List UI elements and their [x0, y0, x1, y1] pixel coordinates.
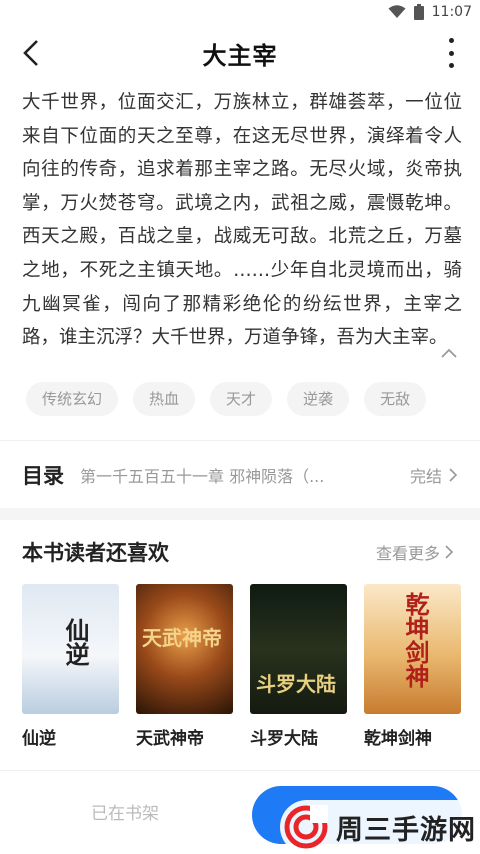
tag-item[interactable]: 传统玄幻	[26, 382, 119, 416]
recommend-book-list: 仙逆 仙逆 天武神帝 天武神帝 斗罗大陆 斗罗大陆 乾坤剑神 乾坤剑神	[22, 584, 461, 749]
book-title: 斗罗大陆	[250, 729, 318, 749]
book-card[interactable]: 乾坤剑神 乾坤剑神	[364, 584, 461, 749]
cover-title: 天武神帝	[142, 626, 222, 650]
completion-status: 完结	[409, 466, 442, 486]
book-cover: 仙逆	[22, 584, 119, 714]
add-to-shelf-button[interactable]: 已在书架	[30, 788, 220, 834]
book-description: 大千世界，位面交汇，万族林立，群雄荟萃，一位位来自下位面的天之至尊，在这无尽世界…	[22, 92, 462, 349]
more-dots-icon	[448, 38, 454, 43]
chevron-right-icon	[444, 544, 454, 560]
latest-chapter: 第一千五百五十一章 邪神陨落（...	[80, 466, 325, 486]
book-title: 仙逆	[22, 729, 56, 749]
book-title: 乾坤剑神	[364, 729, 432, 749]
section-divider	[0, 508, 480, 520]
bottom-divider	[0, 770, 480, 771]
top-header: 大主宰	[0, 24, 480, 82]
tag-item[interactable]: 天才	[210, 382, 273, 416]
more-dot	[448, 63, 454, 68]
book-cover: 斗罗大陆	[250, 584, 347, 714]
see-more-label: 查看更多	[375, 544, 440, 563]
tag-list: 传统玄幻 热血 天才 逆袭 无敌	[26, 382, 427, 416]
status-time: 11:07	[431, 4, 472, 20]
book-card[interactable]: 斗罗大陆 斗罗大陆	[250, 584, 347, 749]
book-cover: 乾坤剑神	[364, 584, 461, 714]
battery-icon	[413, 4, 424, 20]
more-options-button[interactable]	[442, 38, 460, 68]
catalog-label: 目录	[22, 463, 64, 488]
back-arrow-icon	[23, 40, 38, 66]
tag-item[interactable]: 热血	[133, 382, 196, 416]
book-card[interactable]: 天武神帝 天武神帝	[136, 584, 233, 749]
watermark-logo-icon	[284, 805, 328, 849]
cover-title: 仙逆	[61, 618, 90, 666]
book-cover: 天武神帝	[136, 584, 233, 714]
tag-item[interactable]: 无敌	[364, 382, 427, 416]
wifi-icon	[388, 5, 406, 19]
chevron-up-icon	[441, 348, 457, 358]
see-more-link[interactable]: 查看更多	[376, 540, 454, 564]
chevron-right-icon	[449, 467, 458, 482]
status-bar: 11:07	[0, 0, 480, 24]
tag-item[interactable]: 逆袭	[287, 382, 350, 416]
more-dot	[448, 50, 454, 56]
cover-title: 乾坤剑神	[401, 592, 430, 688]
watermark: 周三手游网	[280, 800, 480, 854]
watermark-text: 周三手游网	[336, 814, 476, 846]
book-card[interactable]: 仙逆 仙逆	[22, 584, 119, 749]
collapse-button[interactable]	[438, 342, 460, 364]
book-title: 天武神帝	[136, 729, 204, 749]
catalog-row[interactable]: 目录 第一千五百五十一章 邪神陨落（... 完结	[0, 440, 480, 508]
recommend-title: 本书读者还喜欢	[22, 541, 169, 565]
cover-title: 斗罗大陆	[256, 672, 336, 696]
page-title: 大主宰	[202, 41, 278, 70]
back-button[interactable]	[14, 36, 48, 70]
